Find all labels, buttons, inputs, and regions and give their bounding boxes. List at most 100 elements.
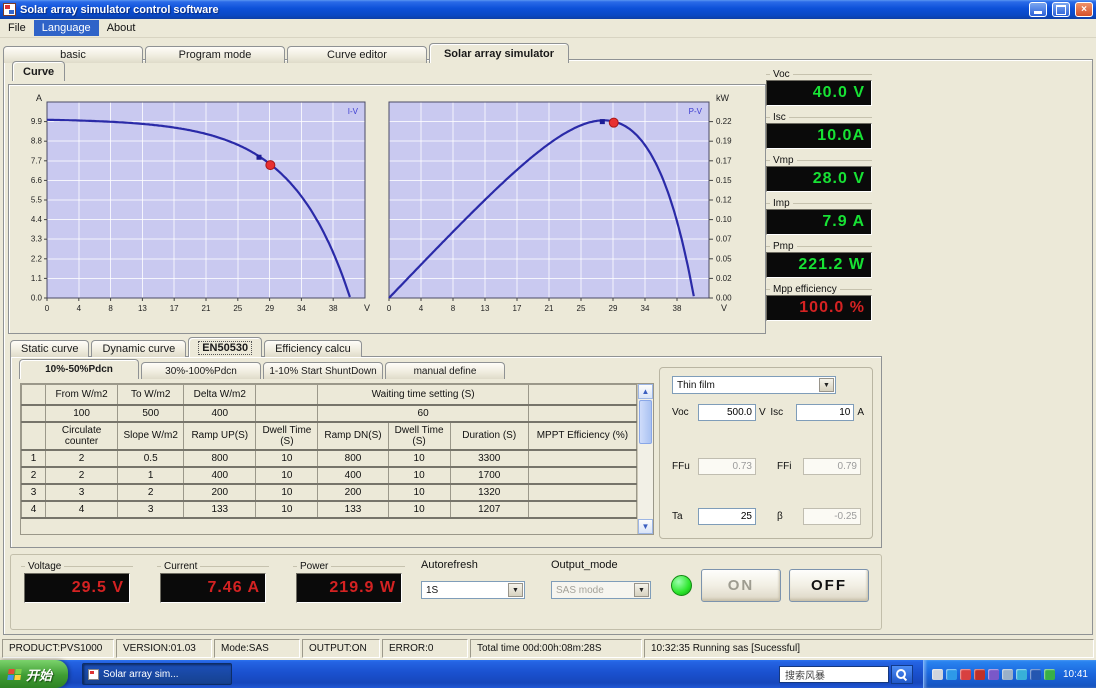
waiting-time-value[interactable]: 60	[317, 404, 529, 423]
tray-icon[interactable]	[1029, 668, 1041, 680]
table-cell[interactable]: 800	[317, 449, 389, 468]
module-type-select[interactable]: Thin film ▼	[672, 376, 836, 394]
scroll-down-icon[interactable]: ▼	[638, 519, 653, 534]
close-button[interactable]: ×	[1075, 2, 1093, 17]
table-cell[interactable]: 10	[255, 483, 319, 502]
subtab-10-50-pdcn[interactable]: 10%-50%Pdcn	[19, 359, 139, 379]
range-value-cell[interactable]: 500	[117, 404, 185, 423]
table-cell[interactable]	[527, 483, 638, 502]
table-cell[interactable]: 2	[117, 483, 185, 502]
table-scrollbar[interactable]: ▲ ▼	[637, 384, 653, 534]
table-cell[interactable]: 4	[45, 500, 119, 519]
svg-text:A: A	[36, 93, 42, 103]
menu-item-language[interactable]: Language	[33, 20, 99, 36]
tab-efficiency-calcu[interactable]: Efficiency calcu	[264, 340, 362, 357]
autorefresh-select[interactable]: 1S ▼	[421, 581, 525, 599]
svg-text:17: 17	[513, 304, 522, 313]
table-cell[interactable]: 10	[387, 500, 451, 519]
title-bar: Solar array simulator control software ×	[0, 0, 1096, 19]
tray-icon[interactable]	[1015, 668, 1027, 680]
table-cell[interactable]: 2	[45, 449, 119, 468]
scrollbar-thumb[interactable]	[639, 400, 652, 444]
svg-text:6.6: 6.6	[31, 176, 43, 185]
taskbar-clock[interactable]: 10:41	[1063, 669, 1088, 680]
field-unit: A	[857, 407, 864, 418]
table-cell[interactable]: 133	[317, 500, 389, 519]
table-cell[interactable]: 3300	[449, 449, 529, 468]
taskbar-task-button[interactable]: Solar array sim...	[82, 663, 233, 685]
table-cell[interactable]: 10	[255, 500, 319, 519]
table-cell[interactable]: 1320	[449, 483, 529, 502]
table-cell[interactable]	[527, 449, 638, 468]
maximize-button[interactable]	[1052, 2, 1070, 17]
tab-solar-array-simulator[interactable]: Solar array simulator	[429, 43, 569, 63]
tab-curve-editor[interactable]: Curve editor	[287, 46, 427, 63]
chevron-down-icon[interactable]: ▼	[508, 583, 523, 597]
tab-en50530[interactable]: EN50530	[188, 337, 263, 357]
table-cell[interactable]: 200	[183, 483, 257, 502]
table-row: 3 3 2 200 10 200 10 1320	[20, 483, 638, 502]
subtab-1-10-start-shuntdown[interactable]: 1-10% Start ShuntDown	[263, 362, 383, 379]
iv-curve-chart: I-V 0 4 8 13 17 21 25 29 34 38 V 9.9 8.8 7.7 6.6 5.5 4.4 3…	[31, 93, 370, 313]
start-button[interactable]: 开始	[0, 660, 69, 688]
svg-text:25: 25	[577, 304, 586, 313]
table-cell[interactable]	[527, 466, 638, 485]
table-cell[interactable]	[527, 500, 638, 519]
scrollbar-track[interactable]	[638, 445, 653, 519]
tray-icon[interactable]	[1001, 668, 1013, 680]
svg-text:P-V: P-V	[689, 107, 703, 116]
table-cell[interactable]: 400	[317, 466, 389, 485]
tray-icon[interactable]	[987, 668, 999, 680]
table-cell[interactable]: 10	[255, 449, 319, 468]
menu-item-about[interactable]: About	[99, 20, 144, 36]
ta-field[interactable]	[698, 508, 756, 525]
table-cell[interactable]: 400	[183, 466, 257, 485]
table-cell[interactable]: 1	[117, 466, 185, 485]
table-cell[interactable]: 1207	[449, 500, 529, 519]
table-cell[interactable]: 200	[317, 483, 389, 502]
search-input[interactable]: 搜索风暴	[778, 665, 889, 683]
tab-dynamic-curve[interactable]: Dynamic curve	[91, 340, 187, 357]
tray-icon[interactable]	[973, 668, 985, 680]
param-row: Voc V Isc A	[672, 404, 864, 421]
range-value-cell[interactable]: 400	[183, 404, 257, 423]
scroll-up-icon[interactable]: ▲	[638, 384, 653, 399]
svg-text:0.02: 0.02	[716, 274, 732, 283]
tab-static-curve[interactable]: Static curve	[10, 340, 90, 357]
off-button[interactable]: OFF	[789, 569, 869, 602]
range-value-cell[interactable]: 100	[45, 404, 119, 423]
table-cell[interactable]: 1700	[449, 466, 529, 485]
tray-icon[interactable]	[1043, 668, 1055, 680]
tab-curve[interactable]: Curve	[12, 61, 66, 81]
table-cell[interactable]: 133	[183, 500, 257, 519]
table-cell[interactable]: 10	[387, 483, 451, 502]
tray-icon[interactable]	[945, 668, 957, 680]
tray-icon[interactable]	[931, 668, 943, 680]
table-cell[interactable]: 0.5	[117, 449, 185, 468]
subtab-manual-define[interactable]: manual define	[385, 362, 505, 379]
readout-isc: Isc 10.0A	[766, 112, 872, 151]
table-row: 4 4 3 133 10 133 10 1207	[20, 500, 638, 519]
chevron-down-icon[interactable]: ▼	[819, 378, 834, 392]
table-cell[interactable]: 800	[183, 449, 257, 468]
subtab-30-100-pdcn[interactable]: 30%-100%Pdcn	[141, 362, 261, 379]
tray-icon[interactable]	[959, 668, 971, 680]
voc-field[interactable]	[698, 404, 756, 421]
table-cell[interactable]: 3	[117, 500, 185, 519]
table-cell[interactable]: 10	[387, 466, 451, 485]
table-cell[interactable]: 2	[45, 466, 119, 485]
table-cell[interactable]: 10	[255, 466, 319, 485]
autorefresh-value: 1S	[426, 584, 439, 596]
isc-field[interactable]	[796, 404, 855, 421]
menu-item-file[interactable]: File	[0, 20, 34, 36]
field-label-isc: Isc	[770, 407, 784, 418]
corner-cell	[20, 404, 47, 423]
status-bar: PRODUCT:PVS1000 VERSION:01.03 Mode:SAS OUTP…	[0, 637, 1096, 660]
minimize-button[interactable]	[1029, 2, 1047, 17]
svg-text:0.10: 0.10	[716, 215, 732, 224]
table-cell[interactable]: 10	[387, 449, 451, 468]
search-button[interactable]	[890, 664, 913, 684]
meter-current: Current 7.46 A	[157, 561, 269, 615]
table-cell[interactable]: 3	[45, 483, 119, 502]
tab-program-mode[interactable]: Program mode	[145, 46, 285, 63]
